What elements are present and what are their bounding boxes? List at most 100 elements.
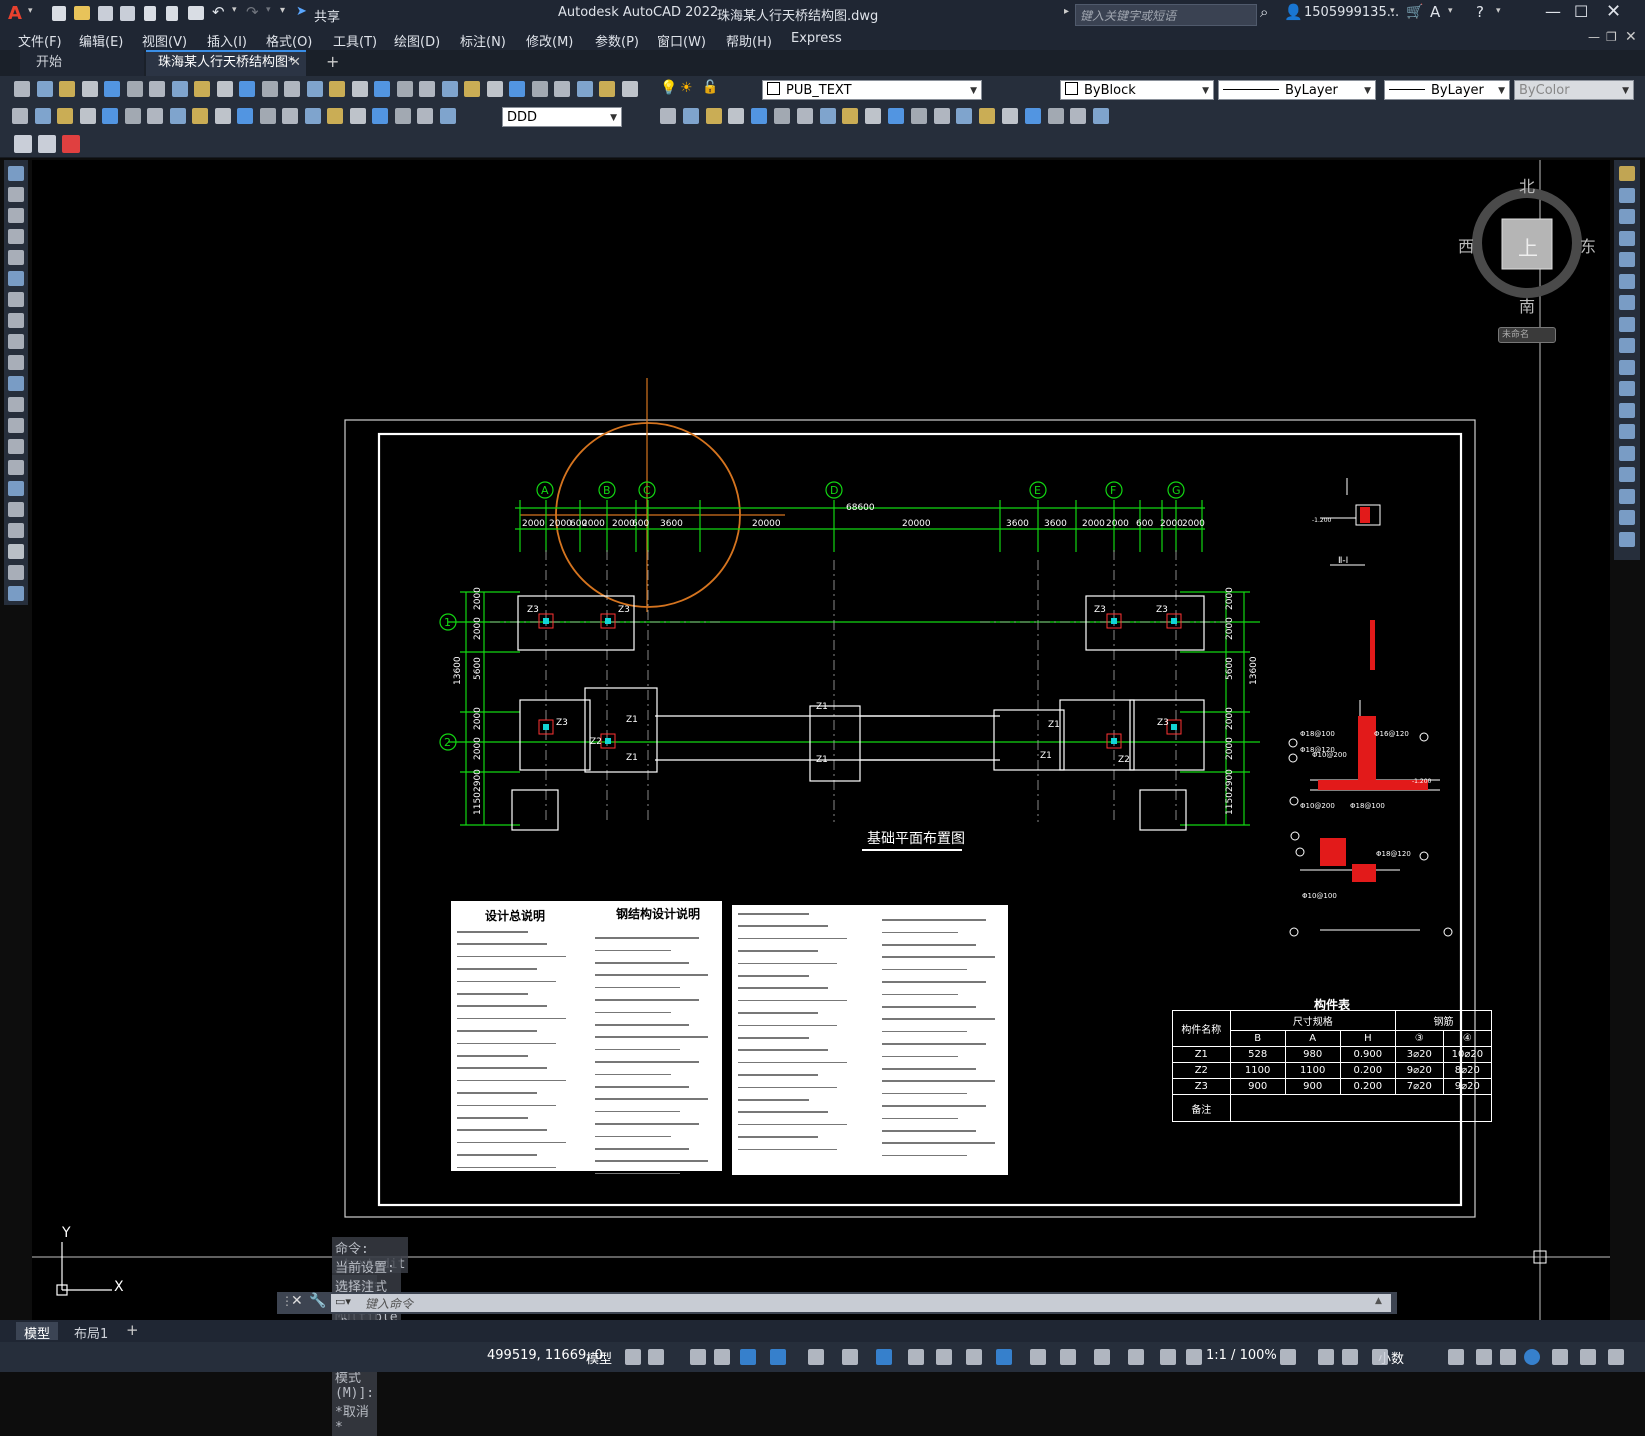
- status-tray-icon[interactable]: [1500, 1349, 1516, 1365]
- menu-window[interactable]: 窗口(W): [657, 31, 706, 50]
- draw-tool-icon[interactable]: [8, 355, 24, 370]
- menu-view[interactable]: 视图(V): [142, 31, 187, 50]
- modify-tool-icon[interactable]: [1024, 108, 1041, 124]
- dimension-tool-icon[interactable]: [214, 108, 231, 124]
- autodesk-app-icon[interactable]: A: [1430, 3, 1440, 21]
- modify-tool-icon[interactable]: [910, 108, 927, 124]
- draw-tool-icon[interactable]: [8, 313, 24, 328]
- draw-tool-icon[interactable]: [8, 418, 24, 433]
- draw-tool-icon[interactable]: [8, 439, 24, 454]
- standard-tool-icon[interactable]: [239, 81, 255, 97]
- new-layout-icon[interactable]: +: [126, 1321, 139, 1339]
- plot-icon[interactable]: [188, 6, 204, 20]
- modify-tool-icon[interactable]: [1619, 445, 1635, 461]
- standard-tool-icon[interactable]: [104, 81, 120, 97]
- status-toggle-icon[interactable]: [740, 1349, 756, 1365]
- tab-file[interactable]: 珠海某人行天桥结构图* ✕: [146, 50, 306, 76]
- modify-tool-icon[interactable]: [1619, 510, 1635, 525]
- status-tray-icon[interactable]: [1608, 1349, 1624, 1365]
- undo-icon[interactable]: ↶: [212, 3, 225, 21]
- dimension-tool-icon[interactable]: [147, 108, 163, 124]
- autocad-logo-icon[interactable]: A: [8, 3, 22, 24]
- standard-tool-icon[interactable]: [284, 81, 300, 97]
- dimension-tool-icon[interactable]: [259, 108, 276, 124]
- draw-tool-icon[interactable]: [8, 586, 24, 601]
- menu-edit[interactable]: 编辑(E): [79, 31, 123, 50]
- draw-tool-icon[interactable]: [8, 523, 24, 538]
- modify-tool-icon[interactable]: [1070, 108, 1087, 124]
- layer-previous-icon[interactable]: [62, 135, 80, 153]
- lineweight-combo[interactable]: ByLayer ▼: [1384, 80, 1510, 100]
- modify-tool-icon[interactable]: [728, 108, 745, 124]
- standard-tool-icon[interactable]: [149, 81, 165, 97]
- status-tray-icon[interactable]: [1318, 1349, 1334, 1365]
- cart-icon[interactable]: 🛒: [1406, 4, 1423, 20]
- standard-tool-icon[interactable]: [554, 81, 570, 97]
- draw-tool-icon[interactable]: [8, 187, 24, 202]
- dimension-tool-icon[interactable]: [349, 108, 366, 124]
- draw-tool-icon[interactable]: [8, 460, 24, 475]
- status-tray-icon[interactable]: [1476, 1349, 1492, 1365]
- annotation-scale[interactable]: 1:1 / 100%: [1206, 1348, 1277, 1363]
- status-toggle-icon[interactable]: [842, 1349, 858, 1365]
- standard-tool-icon[interactable]: [306, 81, 323, 97]
- modify-tool-icon[interactable]: [865, 108, 882, 124]
- command-history-toggle-icon[interactable]: ▲: [1375, 1296, 1382, 1306]
- modify-tool-icon[interactable]: [1619, 531, 1635, 547]
- dimension-tool-icon[interactable]: [304, 108, 321, 124]
- standard-tool-icon[interactable]: [261, 81, 278, 97]
- dimension-tool-icon[interactable]: [102, 108, 118, 124]
- modify-tool-icon[interactable]: [751, 108, 768, 124]
- color-dropdown-icon[interactable]: ▼: [1202, 81, 1209, 101]
- tab-start[interactable]: 开始: [20, 50, 144, 76]
- layer-unlock-icon[interactable]: 🔓: [702, 80, 718, 95]
- share-icon[interactable]: ➤: [296, 4, 307, 19]
- dimension-tool-icon[interactable]: [282, 108, 298, 124]
- user-dropdown-icon[interactable]: ▾: [1390, 6, 1395, 16]
- menu-dimension[interactable]: 标注(N): [460, 31, 506, 50]
- search-box[interactable]: 键入关键字或短语: [1075, 4, 1257, 26]
- dimension-tool-icon[interactable]: [417, 108, 433, 124]
- model-space-button[interactable]: 模型: [586, 1348, 612, 1367]
- modify-tool-icon[interactable]: [842, 108, 859, 124]
- status-toggle-icon[interactable]: [808, 1349, 824, 1365]
- linetype-combo[interactable]: ByLayer ▼: [1218, 80, 1376, 100]
- standard-tool-icon[interactable]: [329, 81, 345, 97]
- status-toggle-icon[interactable]: [1030, 1349, 1046, 1365]
- save-icon[interactable]: [98, 6, 113, 21]
- status-toggle-icon[interactable]: [908, 1349, 924, 1365]
- tab-layout1[interactable]: 布局1: [66, 1322, 114, 1342]
- modify-tool-icon[interactable]: [1619, 252, 1635, 267]
- draw-tool-icon[interactable]: [8, 502, 24, 517]
- draw-tool-icon[interactable]: [8, 565, 24, 580]
- status-toggle-icon[interactable]: [966, 1349, 982, 1365]
- standard-tool-icon[interactable]: [36, 81, 53, 97]
- standard-tool-icon[interactable]: [216, 81, 233, 97]
- standard-tool-icon[interactable]: [531, 81, 548, 97]
- draw-tool-icon[interactable]: [8, 229, 24, 244]
- modify-tool-icon[interactable]: [933, 108, 950, 124]
- standard-tool-icon[interactable]: [374, 81, 390, 97]
- customize-qat-icon[interactable]: ▾: [280, 5, 285, 16]
- search-icon[interactable]: ⌕: [1260, 3, 1268, 21]
- status-tray-icon[interactable]: [1448, 1349, 1464, 1365]
- standard-tool-icon[interactable]: [621, 81, 638, 97]
- tab-model[interactable]: 模型: [16, 1322, 58, 1342]
- dimension-tool-icon[interactable]: [439, 108, 456, 124]
- modify-tool-icon[interactable]: [1619, 338, 1635, 353]
- viewcube-west[interactable]: 西: [1458, 233, 1474, 257]
- standard-tool-icon[interactable]: [351, 81, 368, 97]
- new-icon[interactable]: [52, 6, 66, 21]
- layer-thaw-icon[interactable]: ☀: [680, 80, 693, 96]
- menu-help[interactable]: 帮助(H): [726, 31, 772, 50]
- standard-tool-icon[interactable]: [126, 81, 143, 97]
- dimension-tool-icon[interactable]: [79, 108, 96, 124]
- modify-tool-icon[interactable]: [888, 108, 904, 124]
- layer-combo[interactable]: PUB_TEXT ▼: [762, 80, 982, 100]
- open-icon[interactable]: [74, 6, 90, 20]
- command-input[interactable]: ▭▾ 键入命令 ▲: [331, 1294, 1391, 1312]
- dimension-tool-icon[interactable]: [394, 108, 411, 124]
- status-toggle-icon[interactable]: [1186, 1349, 1202, 1365]
- dimension-tool-icon[interactable]: [124, 108, 141, 124]
- dimension-tool-icon[interactable]: [192, 108, 208, 124]
